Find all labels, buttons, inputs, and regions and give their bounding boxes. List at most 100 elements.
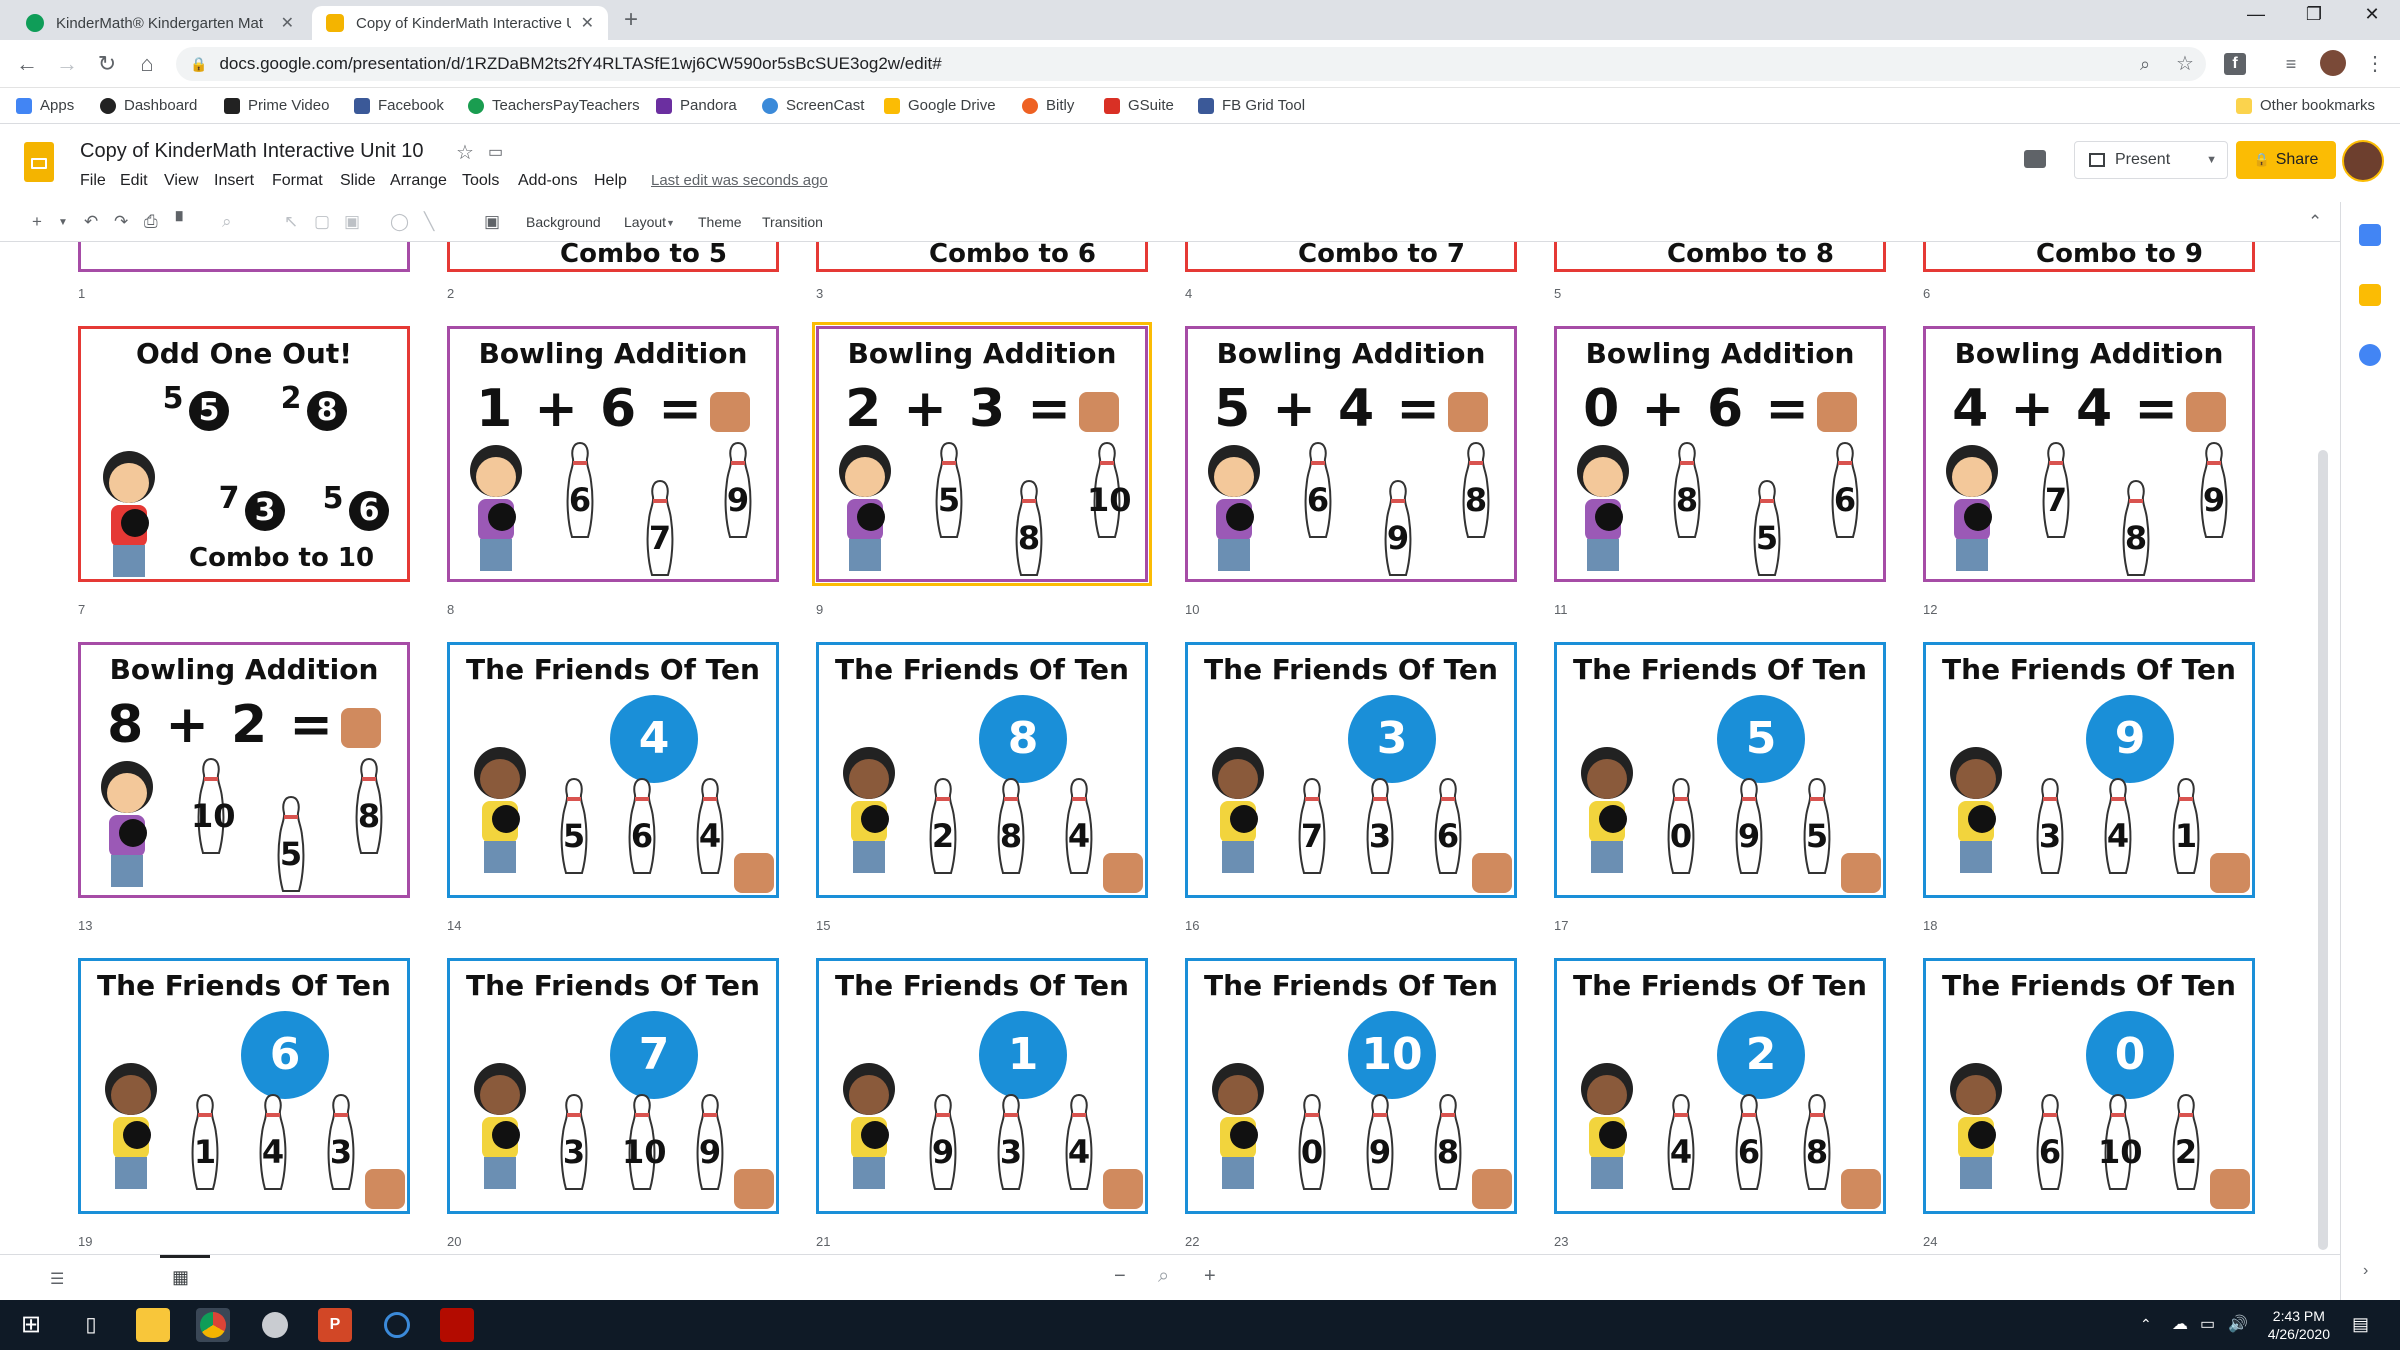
menu-edit[interactable]: Edit xyxy=(120,172,148,190)
chrome-taskbar-icon[interactable] xyxy=(196,1308,230,1342)
menu-insert[interactable]: Insert xyxy=(214,172,254,190)
facebook-extension-icon[interactable]: f xyxy=(2220,50,2250,80)
vertical-scrollbar[interactable] xyxy=(2318,450,2328,1250)
address-bar[interactable]: 🔒 docs.google.com/presentation/d/1RZDaBM… xyxy=(176,47,2206,81)
onedrive-icon[interactable]: ☁ xyxy=(2172,1314,2188,1334)
image-icon[interactable]: ▣ xyxy=(344,212,360,232)
shape-icon[interactable]: ◯ xyxy=(390,212,409,232)
bookmark-fb-grid-tool[interactable]: FB Grid Tool xyxy=(1198,97,1305,114)
background-button[interactable]: Background xyxy=(526,214,601,230)
bookmark-screencast[interactable]: ScreenCast xyxy=(762,97,864,114)
shield-app-icon[interactable] xyxy=(258,1308,292,1342)
powerpoint-icon[interactable]: P xyxy=(318,1308,352,1342)
menu-file[interactable]: File xyxy=(80,172,106,190)
slide-thumbnail-1[interactable] xyxy=(78,242,410,272)
slide-thumbnail-2[interactable]: Combo to 5 xyxy=(447,242,779,272)
zoom-icon[interactable]: ⌕ xyxy=(1158,1265,1169,1288)
slide-thumbnail-16[interactable]: The Friends Of Ten 3 7 3 6 xyxy=(1185,642,1517,898)
slide-thumbnail-14[interactable]: The Friends Of Ten 4 5 6 4 xyxy=(447,642,779,898)
slide-thumbnail-17[interactable]: The Friends Of Ten 5 0 9 5 xyxy=(1554,642,1886,898)
slide-thumbnail-6[interactable]: Combo to 9 xyxy=(1923,242,2255,272)
file-explorer-icon[interactable] xyxy=(136,1308,170,1342)
browser-tab-slides[interactable]: Copy of KinderMath Interactive U ✕ xyxy=(312,6,608,40)
slide-thumbnail-13[interactable]: Bowling Addition 8 + 2 = 10 5 8 xyxy=(78,642,410,898)
bookmark-dashboard[interactable]: Dashboard xyxy=(100,97,197,114)
slide-thumbnail-8[interactable]: Bowling Addition 1 + 6 = 6 7 9 xyxy=(447,326,779,582)
keep-icon[interactable] xyxy=(2359,284,2381,306)
acrobat-icon[interactable] xyxy=(440,1308,474,1342)
add-comment-icon[interactable]: ▣ xyxy=(484,212,500,232)
menu-view[interactable]: View xyxy=(164,172,198,190)
star-icon[interactable]: ☆ xyxy=(456,140,474,165)
slide-thumbnail-24[interactable]: The Friends Of Ten 0 6 10 2 xyxy=(1923,958,2255,1214)
chevron-down-icon[interactable]: ▼ xyxy=(2206,154,2217,166)
task-view-icon[interactable]: ▯ xyxy=(74,1308,108,1342)
forward-arrow-icon[interactable]: → xyxy=(52,50,82,80)
slide-thumbnail-20[interactable]: The Friends Of Ten 7 3 10 9 xyxy=(447,958,779,1214)
reload-icon[interactable]: ↻ xyxy=(92,50,122,80)
bookmark-google-drive[interactable]: Google Drive xyxy=(884,97,996,114)
filmstrip-view-icon[interactable]: ☰ xyxy=(50,1269,64,1289)
share-button[interactable]: 🔒 Share xyxy=(2236,141,2336,179)
profile-avatar[interactable] xyxy=(2318,50,2348,80)
bookmark-facebook[interactable]: Facebook xyxy=(354,97,444,114)
chevron-down-icon[interactable]: ▼ xyxy=(58,217,68,228)
other-bookmarks[interactable]: Other bookmarks xyxy=(2236,97,2375,114)
print-icon[interactable]: ⎙ xyxy=(144,212,158,232)
slide-thumbnail-18[interactable]: The Friends Of Ten 9 3 4 1 xyxy=(1923,642,2255,898)
line-icon[interactable]: ╲ xyxy=(424,212,434,232)
layout-button[interactable]: Layout xyxy=(624,214,666,230)
bookmark-apps[interactable]: Apps xyxy=(16,97,74,114)
slide-thumbnail-12[interactable]: Bowling Addition 4 + 4 = 7 8 9 xyxy=(1923,326,2255,582)
account-avatar[interactable] xyxy=(2342,140,2384,182)
select-icon[interactable]: ↖ xyxy=(284,212,298,232)
volume-icon[interactable]: 🔊 xyxy=(2228,1314,2248,1334)
bookmark-pandora[interactable]: Pandora xyxy=(656,97,737,114)
text-box-icon[interactable]: ▢ xyxy=(314,212,330,232)
bookmark-star-icon[interactable]: ☆ xyxy=(2170,50,2200,80)
bookmark-bitly[interactable]: Bitly xyxy=(1022,97,1074,114)
move-folder-icon[interactable]: ▭ xyxy=(488,142,503,162)
menu-format[interactable]: Format xyxy=(272,172,323,190)
new-tab-button[interactable]: + xyxy=(624,6,638,34)
undo-icon[interactable]: ↶ xyxy=(84,212,98,232)
home-icon[interactable]: ⌂ xyxy=(132,50,162,80)
theme-button[interactable]: Theme xyxy=(698,214,742,230)
calendar-icon[interactable] xyxy=(2359,224,2381,246)
slide-thumbnail-3[interactable]: Combo to 6 xyxy=(816,242,1148,272)
slide-thumbnail-19[interactable]: The Friends Of Ten 6 1 4 3 xyxy=(78,958,410,1214)
close-tab-icon[interactable]: ✕ xyxy=(281,13,294,33)
slide-thumbnail-23[interactable]: The Friends Of Ten 2 4 6 8 xyxy=(1554,958,1886,1214)
zoom-out-icon[interactable]: − xyxy=(1114,1265,1126,1288)
chrome-menu-icon[interactable]: ⋮ xyxy=(2360,50,2390,80)
bookmark-gsuite[interactable]: GSuite xyxy=(1104,97,1174,114)
taskbar-clock[interactable]: 2:43 PM 4/26/2020 xyxy=(2268,1307,2330,1343)
minimize-icon[interactable]: — xyxy=(2236,4,2276,25)
menu-help[interactable]: Help xyxy=(594,172,627,190)
menu-arrange[interactable]: Arrange xyxy=(390,172,447,190)
present-button[interactable]: Present ▼ xyxy=(2074,141,2228,179)
menu-slide[interactable]: Slide xyxy=(340,172,376,190)
network-icon[interactable]: ▭ xyxy=(2200,1314,2215,1334)
zoom-in-icon[interactable]: + xyxy=(1204,1265,1216,1288)
browser-tab-kindermath[interactable]: KinderMath® Kindergarten Mat ✕ xyxy=(12,6,308,40)
new-slide-icon[interactable]: + xyxy=(32,212,42,232)
close-tab-icon[interactable]: ✕ xyxy=(581,13,594,33)
zoom-icon[interactable]: ⌕ xyxy=(2130,50,2160,80)
document-title[interactable]: Copy of KinderMath Interactive Unit 10 xyxy=(80,140,424,163)
chevron-down-icon[interactable]: ▼ xyxy=(666,218,675,228)
bookmark-tpt[interactable]: TeachersPayTeachers xyxy=(468,97,640,114)
slide-thumbnail-21[interactable]: The Friends Of Ten 1 9 3 4 xyxy=(816,958,1148,1214)
comments-icon[interactable] xyxy=(2024,150,2046,168)
slide-thumbnail-7[interactable]: Odd One Out! 5 5 2 8 7 3 5 6 Combo to 10 xyxy=(78,326,410,582)
paint-format-icon[interactable]: ▘ xyxy=(176,212,189,232)
slides-logo-icon[interactable] xyxy=(24,142,54,182)
windows-start-icon[interactable]: ⊞ xyxy=(14,1308,48,1342)
redo-icon[interactable]: ↷ xyxy=(114,212,128,232)
back-arrow-icon[interactable]: ← xyxy=(12,50,42,80)
menu-tools[interactable]: Tools xyxy=(462,172,499,190)
slide-thumbnail-9[interactable]: Bowling Addition 2 + 3 = 5 8 10 xyxy=(812,322,1152,586)
zoom-icon[interactable]: ⌕ xyxy=(222,212,232,232)
slide-thumbnail-10[interactable]: Bowling Addition 5 + 4 = 6 9 8 xyxy=(1185,326,1517,582)
screencast-taskbar-icon[interactable] xyxy=(380,1308,414,1342)
